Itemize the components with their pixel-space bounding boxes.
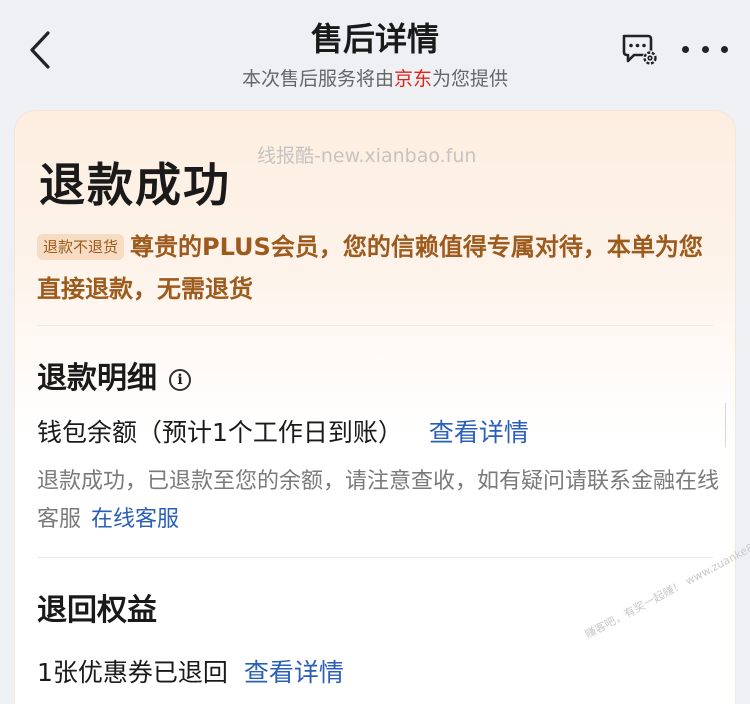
subtitle-prefix: 本次售后服务将由	[241, 68, 394, 90]
scroll-indicator	[725, 403, 726, 447]
coupon-text: 1张优惠券已退回	[37, 658, 228, 687]
header: 售后详情 本次售后服务将由京东为您提供	[0, 0, 750, 110]
chat-settings-button[interactable]	[620, 32, 660, 68]
more-dot	[701, 45, 709, 53]
refund-detail-title: 退款明细	[37, 361, 157, 396]
after-sales-page: 售后详情 本次售后服务将由京东为您提供 退款成功 线报酷-new.xianbao…	[0, 0, 750, 704]
divider	[37, 557, 713, 558]
refund-type-badge: 退款不退货	[37, 234, 125, 260]
plus-member-notice: 退款不退货 尊贵的PLUS会员，您的信赖值得专属对待，本单为您直接退款，无需退货	[37, 226, 717, 310]
refund-method: 钱包余额（预计1个工作日到账）	[37, 418, 403, 447]
more-dot	[721, 45, 728, 53]
online-service-link[interactable]: 在线客服	[91, 507, 179, 532]
coupon-row: 1张优惠券已退回 查看详情	[37, 653, 344, 689]
info-icon[interactable]: i	[169, 369, 191, 391]
notice-text: 尊贵的PLUS会员，您的信赖值得专属对待，本单为您直接退款，无需退货	[37, 233, 703, 303]
more-dot	[682, 45, 689, 53]
view-coupon-details-link[interactable]: 查看详情	[244, 658, 344, 687]
subtitle-suffix: 为您提供	[432, 68, 509, 90]
page-subtitle: 本次售后服务将由京东为您提供	[0, 64, 750, 91]
refund-detail-heading: 退款明细 i	[37, 353, 191, 397]
more-button[interactable]	[682, 38, 728, 60]
chat-settings-icon	[622, 34, 658, 66]
refund-method-row: 钱包余额（预计1个工作日到账） 查看详情	[37, 413, 529, 449]
watermark-text: 线报酷-new.xianbao.fun	[257, 145, 477, 167]
refund-description: 退款成功，已退款至您的余额，请注意查收，如有疑问请联系金融在线客服 在线客服	[37, 463, 727, 539]
subtitle-brand: 京东	[393, 68, 432, 90]
returned-benefits-title: 退回权益	[37, 593, 157, 628]
refund-status: 退款成功	[39, 158, 231, 212]
view-refund-details-link[interactable]: 查看详情	[429, 418, 529, 447]
divider	[37, 325, 713, 326]
